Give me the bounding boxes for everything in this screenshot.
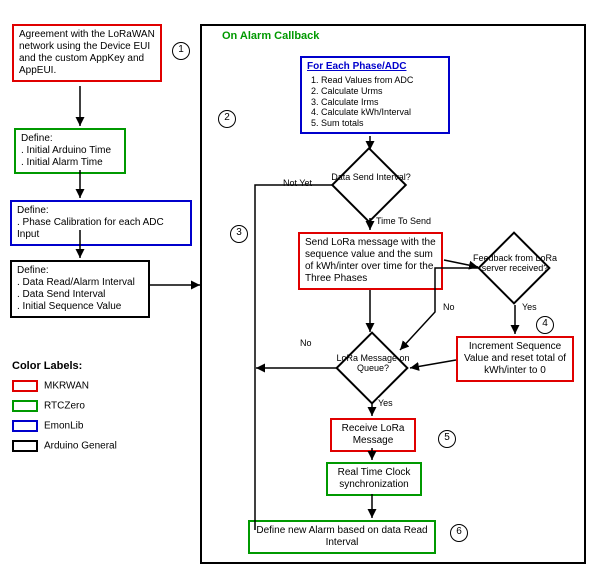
box-receive-lora: Receive LoRa Message: [330, 418, 416, 452]
define3-b: . Data Send Interval: [17, 289, 105, 300]
define3-head: Define:: [17, 265, 49, 276]
foreach-step-4: Calculate kWh/Interval: [321, 107, 443, 118]
newalarm-text: Define new Alarm based on data Read Inte…: [256, 525, 427, 548]
receive-text: Receive LoRa Message: [342, 423, 405, 446]
foreach-step-1: Read Values from ADC: [321, 75, 443, 86]
label-feedback-yes: Yes: [522, 302, 537, 312]
legend-arduino: Arduino General: [12, 440, 117, 452]
define3-c: . Initial Sequence Value: [17, 301, 121, 312]
send-lora-text: Send LoRa message with the sequence valu…: [305, 237, 436, 284]
define1-a: . Initial Arduino Time: [21, 145, 111, 156]
box-define-intervals: Define: . Data Read/Alarm Interval . Dat…: [10, 260, 150, 318]
legend-emonlib-label: EmonLib: [44, 421, 83, 432]
step-circle-6: 6: [450, 524, 468, 542]
foreach-step-2: Calculate Urms: [321, 86, 443, 97]
swatch-green: [12, 400, 38, 412]
decision-send-interval-label: Data Send Interval?: [326, 172, 416, 182]
step-circle-1: 1: [172, 42, 190, 60]
swatch-red: [12, 380, 38, 392]
callback-title: On Alarm Callback: [222, 30, 319, 42]
foreach-head: For Each Phase/ADC: [307, 61, 406, 72]
legend-emonlib: EmonLib: [12, 420, 83, 432]
foreach-step-3: Calculate Irms: [321, 97, 443, 108]
step-circle-5: 5: [438, 430, 456, 448]
define1-b: . Initial Alarm Time: [21, 157, 103, 168]
legend-mkrwan-label: MKRWAN: [44, 381, 89, 392]
box-foreach: For Each Phase/ADC Read Values from ADC …: [300, 56, 450, 134]
define3-a: . Data Read/Alarm Interval: [17, 277, 135, 288]
swatch-blue: [12, 420, 38, 432]
label-feedback-no: No: [443, 302, 455, 312]
decision-feedback-label: Feedback from LoRa server received?: [470, 253, 560, 273]
step-circle-3: 3: [230, 225, 248, 243]
step-circle-2: 2: [218, 110, 236, 128]
label-time-to-send: Time To Send: [376, 216, 431, 226]
swatch-black: [12, 440, 38, 452]
decision-queue-label: LoRa Message on Queue?: [328, 353, 418, 373]
define1-head: Define:: [21, 133, 53, 144]
rtc-text: Real Time Clock synchronization: [338, 467, 411, 490]
legend-rtczero-label: RTCZero: [44, 401, 85, 412]
increment-text: Increment Sequence Value and reset total…: [464, 341, 566, 376]
step-circle-4: 4: [536, 316, 554, 334]
legend-rtczero: RTCZero: [12, 400, 85, 412]
box-send-lora: Send LoRa message with the sequence valu…: [298, 232, 443, 290]
define2-head: Define:: [17, 205, 49, 216]
box-increment: Increment Sequence Value and reset total…: [456, 336, 574, 382]
legend-arduino-label: Arduino General: [44, 441, 117, 452]
define2-a: . Phase Calibration for each ADC Input: [17, 217, 164, 240]
label-queue-no: No: [300, 338, 312, 348]
box-define-time: Define: . Initial Arduino Time . Initial…: [14, 128, 126, 174]
text-agreement: Agreement with the LoRaWAN network using…: [19, 29, 155, 76]
box-define-phase: Define: . Phase Calibration for each ADC…: [10, 200, 192, 246]
label-queue-yes: Yes: [378, 398, 393, 408]
legend-mkrwan: MKRWAN: [12, 380, 89, 392]
box-rtc-sync: Real Time Clock synchronization: [326, 462, 422, 496]
legend-title: Color Labels:: [12, 360, 82, 372]
label-not-yet: Not Yet: [283, 178, 312, 188]
box-agreement: Agreement with the LoRaWAN network using…: [12, 24, 162, 82]
foreach-step-5: Sum totals: [321, 118, 443, 129]
box-new-alarm: Define new Alarm based on data Read Inte…: [248, 520, 436, 554]
